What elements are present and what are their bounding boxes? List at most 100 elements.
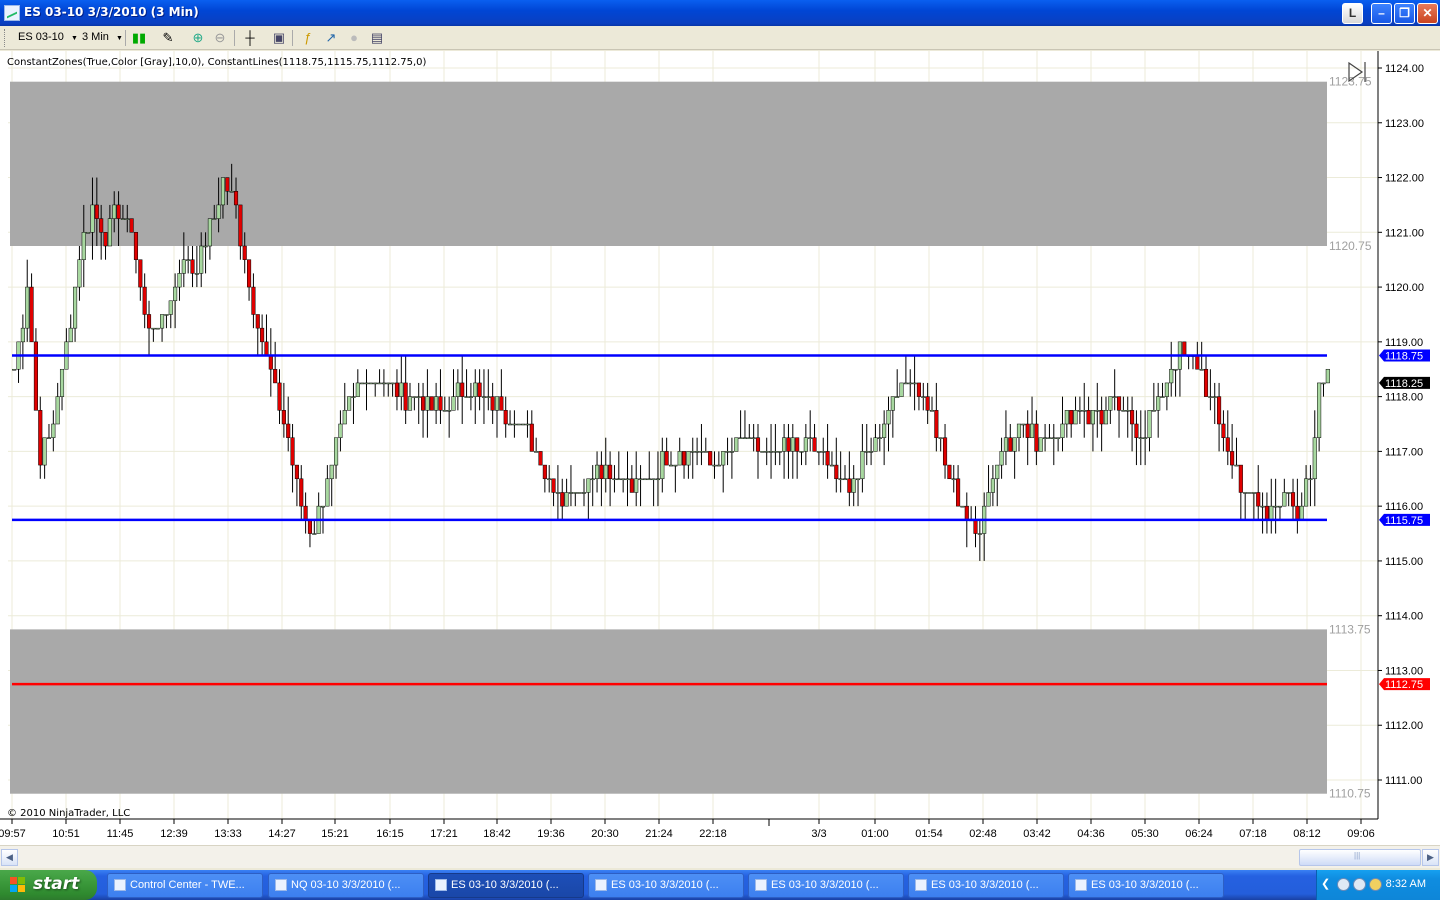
instrument-selector[interactable]: ES 03-10 ▼	[18, 31, 78, 43]
candle-up	[1312, 437, 1317, 480]
candle-down	[755, 437, 761, 452]
candle-up	[655, 478, 661, 481]
candle-up	[1251, 492, 1256, 494]
chart-toolbar: ES 03-10 ▼ 3 Min ▼ ▮▮ ✎ ⊕ ⊖ ┼ ▣ ƒ ↗ ● ▤	[0, 26, 1440, 50]
data-box-icon[interactable]: ▤	[368, 29, 386, 47]
candle-up	[1147, 410, 1152, 438]
candle-down	[429, 396, 434, 411]
minimize-button[interactable]: –	[1371, 3, 1392, 24]
time-axis-label: 11:45	[107, 828, 134, 840]
taskbar-item[interactable]: Control Center - TWE...	[107, 873, 263, 898]
chart-window-icon	[595, 879, 607, 891]
candle-up	[816, 451, 821, 453]
candlestick-style-icon[interactable]: ▮▮	[130, 29, 148, 47]
scrollbar-thumb[interactable]	[1299, 849, 1421, 866]
candle-up	[999, 451, 1004, 466]
link-button[interactable]: L	[1342, 3, 1363, 24]
candle-up	[464, 396, 469, 398]
taskbar-item[interactable]: NQ 03-10 3/3/2010 (...	[268, 873, 424, 898]
candle-up	[1212, 396, 1217, 398]
time-axis-label: 09:57	[0, 828, 26, 840]
price-axis-label: 1117.00	[1385, 446, 1423, 458]
crosshair-icon[interactable]: ┼	[241, 29, 259, 47]
candle-up	[1286, 492, 1291, 494]
volume-icon[interactable]	[1353, 878, 1366, 891]
candle-up	[877, 437, 882, 439]
start-button[interactable]: start	[0, 870, 97, 900]
candle-down	[538, 451, 543, 466]
candle-up	[229, 190, 234, 193]
windows-logo-icon	[10, 877, 26, 893]
strategies-icon[interactable]: ↗	[322, 29, 340, 47]
taskbar-item[interactable]: ES 03-10 3/3/2010 (...	[748, 873, 904, 898]
candle-down	[599, 464, 604, 480]
horizontal-scrollbar[interactable]: ◀ ▶	[0, 845, 1440, 868]
candle-down	[238, 204, 243, 247]
price-axis-label: 1111.00	[1385, 775, 1422, 787]
candle-up	[1056, 437, 1061, 439]
candle-up	[725, 451, 730, 453]
candle-up	[199, 245, 204, 274]
candle-down	[242, 245, 247, 260]
candle-up	[164, 314, 169, 316]
candle-down	[1116, 396, 1122, 411]
maximize-button[interactable]: ❐	[1394, 3, 1415, 24]
price-chart[interactable]: 1123.751120.751113.751110.751124.001123.…	[0, 51, 1440, 845]
candle-down	[1230, 451, 1235, 466]
candle-down	[490, 396, 495, 411]
candle-up	[647, 478, 652, 481]
zoom-out-icon[interactable]: ⊖	[211, 29, 229, 47]
candle-up	[768, 451, 774, 453]
indicators-icon[interactable]: ƒ	[299, 29, 317, 47]
trade-icon[interactable]: ●	[345, 29, 363, 47]
indicator-label: ConstantZones(True,Color [Gray],10,0), C…	[7, 57, 427, 68]
candle-up	[342, 410, 347, 425]
candle-up	[1073, 410, 1078, 425]
candle-up	[516, 423, 521, 426]
interval-selector[interactable]: 3 Min ▼	[82, 31, 123, 43]
candle-up	[1103, 410, 1109, 425]
candle-up	[1029, 423, 1035, 438]
candle-down	[934, 410, 939, 438]
security-icon[interactable]	[1369, 878, 1382, 891]
toolbar-grip[interactable]	[4, 29, 7, 47]
time-axis-label: 08:12	[1293, 828, 1321, 840]
candle-up	[525, 423, 530, 426]
candle-down	[268, 355, 273, 370]
candle-up	[603, 464, 608, 480]
taskbar-item[interactable]: ES 03-10 3/3/2010 (...	[908, 873, 1064, 898]
taskbar-item[interactable]: ES 03-10 3/3/2010 (...	[588, 873, 744, 898]
price-axis-label: 1112.00	[1385, 720, 1423, 732]
network-icon[interactable]	[1337, 878, 1350, 891]
time-axis-label: 16:15	[376, 828, 404, 840]
candle-up	[712, 464, 717, 467]
time-axis-label: 10:51	[52, 828, 80, 840]
candle-up	[773, 451, 778, 453]
candle-up	[334, 437, 339, 466]
close-button[interactable]: ✕	[1417, 3, 1438, 24]
candle-up	[742, 437, 747, 439]
taskbar-item[interactable]: ES 03-10 3/3/2010 (...	[428, 873, 584, 898]
candle-up	[468, 396, 473, 398]
chart-properties-icon[interactable]: ▣	[270, 29, 288, 47]
time-axis-label: 04:36	[1077, 828, 1105, 840]
candle-up	[347, 396, 352, 411]
candle-up	[808, 437, 813, 439]
candle-up	[442, 410, 447, 412]
scroll-left-icon[interactable]: ◀	[1, 849, 18, 866]
window-title-bar[interactable]: ES 03-10 3/3/2010 (3 Min) L – ❐ ✕	[0, 0, 1440, 26]
tray-expand-icon[interactable]: ❮	[1321, 877, 1330, 890]
zoom-in-icon[interactable]: ⊕	[189, 29, 207, 47]
scroll-right-icon[interactable]: ▶	[1422, 849, 1439, 866]
system-tray: ❮ 8:32 AM	[1316, 870, 1440, 900]
drawing-pencil-icon[interactable]: ✎	[159, 29, 177, 47]
candle-up	[412, 396, 417, 398]
candle-up	[686, 451, 691, 466]
time-axis-label: 06:24	[1185, 828, 1213, 840]
zone-value-label: 1120.75	[1329, 239, 1372, 253]
clock[interactable]: 8:32 AM	[1386, 878, 1426, 890]
candle-down	[1221, 423, 1226, 438]
taskbar-item[interactable]: ES 03-10 3/3/2010 (...	[1068, 873, 1224, 898]
chart-panel[interactable]: 1123.75 1120.75 1113.75 1110.75 1124.00 1123.…	[0, 51, 1440, 845]
candle-down	[277, 382, 282, 411]
